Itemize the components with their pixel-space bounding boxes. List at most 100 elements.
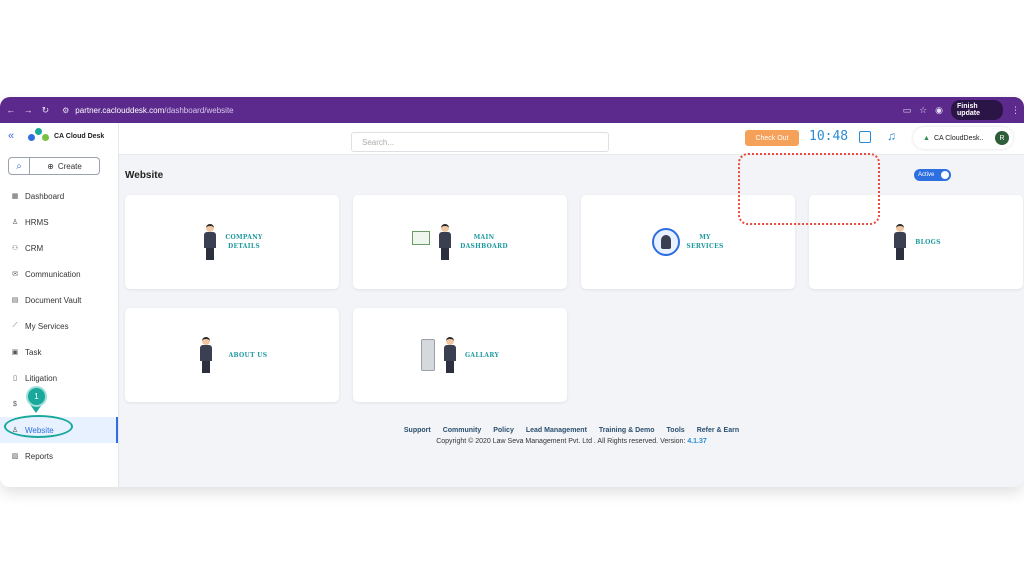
url-path: /dashboard/website bbox=[164, 105, 234, 115]
sidebar-item-label: HRMS bbox=[25, 217, 49, 227]
sidebar-item-dashboard[interactable]: ▦ Dashboard bbox=[0, 183, 118, 209]
chart-icon: ⟋ bbox=[12, 322, 18, 329]
reload-icon[interactable]: ↻ bbox=[39, 105, 52, 116]
grid-icon: ▦ bbox=[11, 193, 19, 200]
version-number: 4.1.37 bbox=[687, 438, 707, 445]
sidebar-item-label: Reports bbox=[25, 451, 54, 461]
user-icon: ♙ bbox=[11, 219, 19, 226]
check-out-button[interactable]: Check Out bbox=[745, 130, 799, 146]
create-label: Create bbox=[57, 161, 82, 171]
card-label: ABOUT US bbox=[228, 351, 268, 359]
document-icon: ▤ bbox=[11, 297, 19, 304]
footer-link-policy[interactable]: Policy bbox=[493, 427, 514, 434]
person-illustration-icon bbox=[441, 337, 459, 373]
dollar-icon: $ bbox=[13, 400, 17, 408]
services-globe-icon bbox=[652, 228, 681, 256]
sidebar-actions: ⌕ ⊕ Create bbox=[8, 157, 118, 175]
page-title: Website bbox=[125, 170, 164, 181]
footer-link-refer-earn[interactable]: Refer & Earn bbox=[697, 427, 739, 434]
about-us-card[interactable]: ABOUT US bbox=[125, 308, 339, 402]
copyright-text: Copyright © 2020 Law Seva Management Pvt… bbox=[119, 438, 1024, 445]
browser-window: ← → ↻ ⚙ partner.caclouddesk.com/dashboar… bbox=[0, 97, 1024, 487]
url-host: partner.caclouddesk.com bbox=[75, 105, 165, 115]
gallary-card[interactable]: GALLARY bbox=[353, 308, 567, 402]
my-services-card[interactable]: MY SERVICES bbox=[581, 195, 795, 289]
sidebar-item-label: My Services bbox=[25, 321, 69, 331]
users-icon: ⚇ bbox=[11, 245, 19, 252]
sidebar-item-label: Litigation bbox=[25, 373, 58, 383]
footer-link-training-demo[interactable]: Training & Demo bbox=[599, 427, 655, 434]
browser-toolbar: ← → ↻ ⚙ partner.caclouddesk.com/dashboar… bbox=[0, 97, 1024, 123]
search-icon: ⌕ bbox=[16, 160, 22, 172]
step-badge: 1 bbox=[26, 386, 47, 407]
site-settings-icon[interactable]: ⚙ bbox=[62, 106, 69, 115]
clipboard-icon: ▣ bbox=[11, 349, 19, 356]
cast-icon[interactable]: ▭ bbox=[903, 105, 912, 116]
search-input[interactable]: Search... bbox=[351, 132, 609, 152]
sidebar-item-reports[interactable]: ▨ Reports bbox=[0, 443, 118, 469]
create-button[interactable]: ⊕ Create bbox=[30, 157, 100, 175]
main-dashboard-card[interactable]: MAIN DASHBOARD bbox=[353, 195, 567, 289]
back-icon[interactable]: ← bbox=[4, 105, 17, 115]
firm-name: CA CloudDesk.. bbox=[933, 134, 984, 142]
sidebar-item-label: Task bbox=[25, 347, 42, 357]
sidebar-item-document-vault[interactable]: ▤ Document Vault bbox=[0, 287, 118, 313]
top-bar: Search... Check Out 10:48 ♫ ▲ CA CloudDe… bbox=[119, 123, 1024, 155]
sidebar-item-label: Dashboard bbox=[25, 191, 65, 201]
sidebar-item-label: Communication bbox=[25, 269, 81, 279]
sidebar-item-label: CRM bbox=[25, 243, 44, 253]
businessman-illustration-icon bbox=[201, 224, 219, 260]
footer: Support Community Policy Lead Management… bbox=[119, 419, 1024, 487]
sidebar-item-label: Document Vault bbox=[25, 295, 82, 305]
firm-selector[interactable]: ▲ CA CloudDesk.. R bbox=[913, 127, 1013, 149]
more-menu-icon[interactable]: ⋮ bbox=[1011, 105, 1020, 116]
company-details-card[interactable]: COMPANY DETAILS bbox=[125, 195, 339, 289]
website-callout-ring bbox=[4, 415, 73, 438]
profile-icon[interactable]: ◉ bbox=[935, 105, 943, 116]
copyright: Copyright © 2020 Law Seva Management Pvt… bbox=[436, 438, 659, 445]
plus-circle-icon: ⊕ bbox=[47, 161, 54, 171]
file-icon: ▯ bbox=[13, 375, 17, 382]
footer-link-support[interactable]: Support bbox=[404, 427, 431, 434]
handshake-illustration-icon bbox=[197, 337, 223, 373]
active-toggle[interactable]: Active bbox=[914, 169, 951, 181]
bell-icon[interactable]: ♫ bbox=[887, 129, 896, 143]
blogs-card[interactable]: BLOGS bbox=[809, 195, 1023, 289]
sidebar-item-litigation[interactable]: ▯ Litigation bbox=[0, 365, 118, 391]
collapse-sidebar-icon[interactable]: « bbox=[8, 130, 22, 142]
clock-display: 10:48 bbox=[809, 129, 849, 144]
blogger-illustration-icon bbox=[891, 224, 909, 260]
sidebar-header: « CA Cloud Desk bbox=[0, 123, 118, 149]
calendar-icon[interactable] bbox=[859, 131, 871, 143]
mail-icon: ✉ bbox=[12, 271, 18, 278]
address-bar[interactable]: ⚙ partner.caclouddesk.com/dashboard/webs… bbox=[62, 101, 902, 119]
sidebar-item-billing[interactable]: $ bbox=[0, 391, 118, 417]
presenter-illustration-icon bbox=[436, 224, 454, 260]
footer-link-tools[interactable]: Tools bbox=[667, 427, 685, 434]
forward-icon[interactable]: → bbox=[21, 105, 34, 115]
card-label: GALLARY bbox=[464, 351, 500, 359]
sidebar-search-button[interactable]: ⌕ bbox=[8, 157, 30, 175]
footer-link-community[interactable]: Community bbox=[443, 427, 482, 434]
bookmark-star-icon[interactable]: ☆ bbox=[919, 105, 927, 116]
brand-name: CA Cloud Desk bbox=[54, 132, 105, 140]
brand-logo-icon bbox=[28, 128, 50, 144]
sidebar-item-task[interactable]: ▣ Task bbox=[0, 339, 118, 365]
sidebar-item-hrms[interactable]: ♙ HRMS bbox=[0, 209, 118, 235]
sidebar-item-communication[interactable]: ✉ Communication bbox=[0, 261, 118, 287]
sidebar-item-crm[interactable]: ⚇ CRM bbox=[0, 235, 118, 261]
card-label: MY SERVICES bbox=[686, 234, 724, 250]
whiteboard-illustration-icon bbox=[412, 231, 431, 245]
card-label: MAIN DASHBOARD bbox=[460, 234, 508, 250]
copier-illustration-icon bbox=[420, 339, 435, 371]
sidebar-item-my-services[interactable]: ⟋ My Services bbox=[0, 313, 118, 339]
card-label: BLOGS bbox=[915, 238, 941, 246]
finish-update-button[interactable]: Finish update bbox=[951, 100, 1003, 120]
report-icon: ▨ bbox=[11, 453, 19, 460]
version-label: Version: bbox=[660, 438, 686, 445]
footer-link-lead-management[interactable]: Lead Management bbox=[526, 427, 587, 434]
card-label: COMPANY DETAILS bbox=[225, 234, 263, 250]
avatar[interactable]: R bbox=[995, 131, 1009, 145]
footer-links: Support Community Policy Lead Management… bbox=[119, 427, 1024, 434]
building-icon: ▲ bbox=[923, 134, 930, 142]
